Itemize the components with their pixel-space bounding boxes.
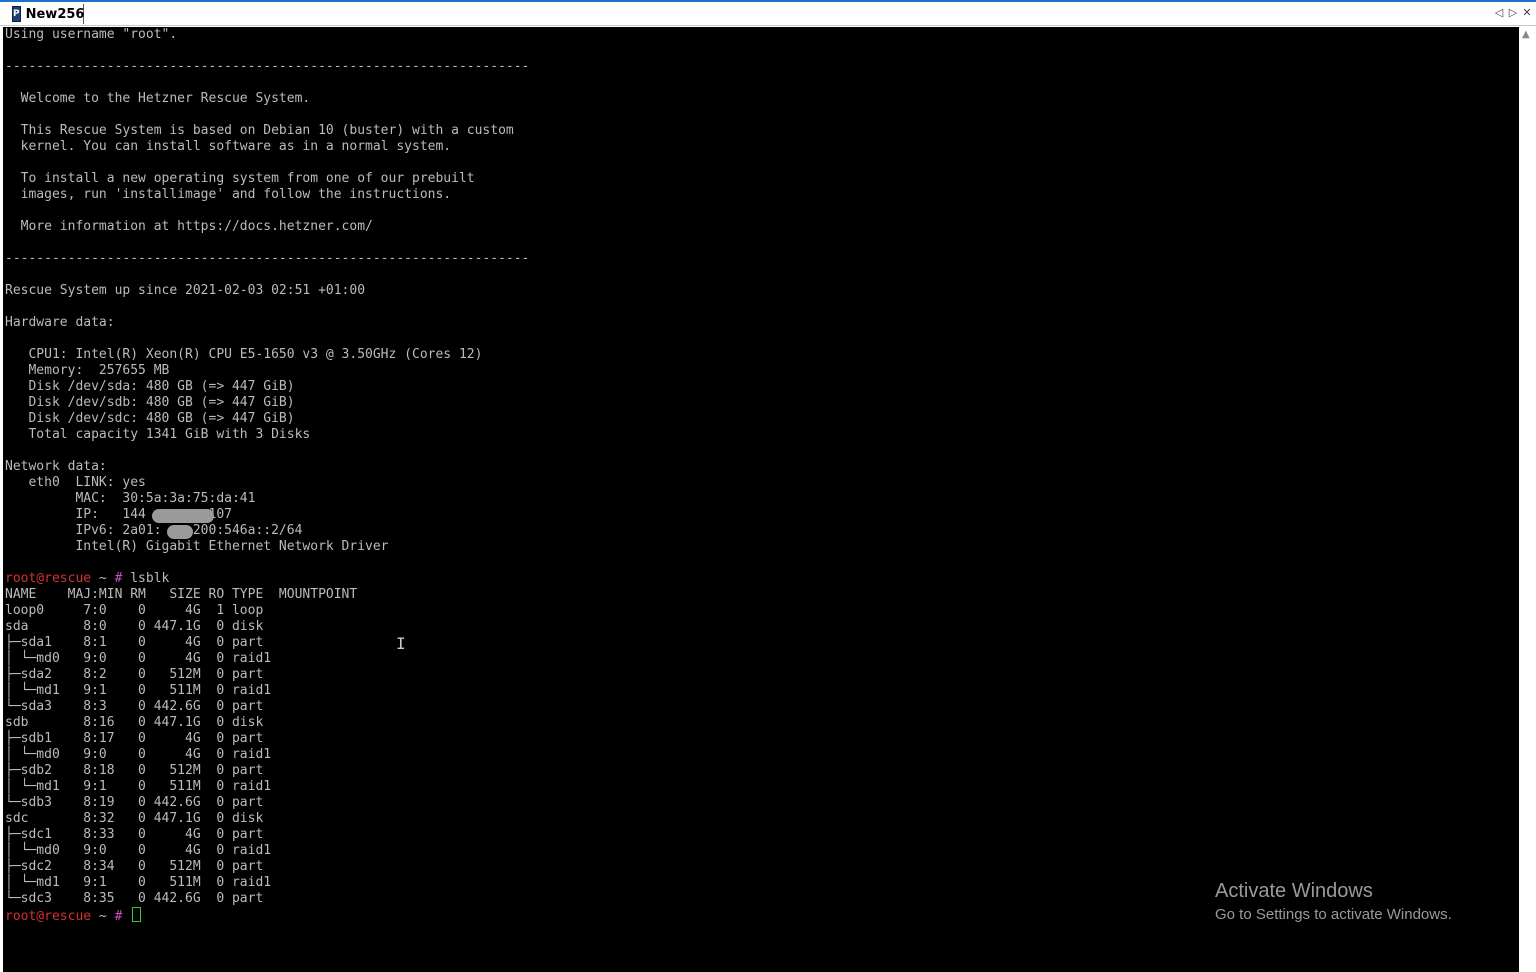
watermark-title: Activate Windows [1215, 880, 1373, 902]
tab-bar: P New256 ◁ ▷ ✕ [0, 2, 1536, 26]
scroll-up-icon[interactable]: ▲ [1522, 29, 1530, 40]
lsblk-row: │ └─md1 9:1 0 511M 0 raid1 [5, 875, 272, 890]
lsblk-row: ├─sdb1 8:17 0 4G 0 part [5, 731, 264, 746]
text-cursor [132, 907, 142, 922]
vertical-scrollbar[interactable]: ▲ [1519, 27, 1536, 972]
terminal-screen[interactable]: Using username "root". ------------------… [3, 27, 1519, 972]
terminal-line: MAC: 30:5a:3a:75:da:41 [5, 491, 256, 506]
lsblk-row: │ └─md1 9:1 0 511M 0 raid1 [5, 683, 272, 698]
shell-prompt: root@rescue ~ # [5, 907, 529, 924]
lsblk-row: sdb 8:16 0 447.1G 0 disk [5, 715, 264, 730]
shell-prompt: root@rescue ~ # lsblk [5, 571, 529, 587]
terminal-line: Welcome to the Hetzner Rescue System. [5, 91, 311, 106]
lsblk-row: ├─sdb2 8:18 0 512M 0 part [5, 763, 264, 778]
watermark-subtitle: Go to Settings to activate Windows. [1215, 906, 1452, 923]
ibeam-cursor-icon: I [396, 634, 406, 653]
terminal-line: kernel. You can install software as in a… [5, 139, 452, 154]
redacted-ip [152, 509, 214, 523]
terminal-line: This Rescue System is based on Debian 10… [5, 123, 514, 138]
command-text: lsblk [122, 571, 170, 586]
prompt-path: ~ [91, 909, 115, 924]
lsblk-row: ├─sda2 8:2 0 512M 0 part [5, 667, 264, 682]
chevron-left-icon[interactable]: ◁ [1494, 6, 1504, 19]
lsblk-row: │ └─md1 9:1 0 511M 0 raid1 [5, 779, 272, 794]
terminal-line: Disk /dev/sdc: 480 GB (=> 447 GiB) [5, 411, 295, 426]
lsblk-row: │ └─md0 9:0 0 4G 0 raid1 [5, 843, 272, 858]
terminal-line: Intel(R) Gigabit Ethernet Network Driver [5, 539, 389, 554]
lsblk-row: ├─sdc2 8:34 0 512M 0 part [5, 859, 264, 874]
tab-navigation: ◁ ▷ ✕ [1494, 6, 1532, 19]
lsblk-row: sdc 8:32 0 447.1G 0 disk [5, 811, 264, 826]
terminal-line: Network data: [5, 459, 107, 474]
prompt-path: ~ [91, 571, 115, 586]
terminal-line: To install a new operating system from o… [5, 171, 475, 186]
terminal-line: Total capacity 1341 GiB with 3 Disks [5, 427, 311, 442]
terminal-line: More information at https://docs.hetzner… [5, 219, 373, 234]
terminal-line: Memory: 257655 MB [5, 363, 170, 378]
terminal-line: Disk /dev/sda: 480 GB (=> 447 GiB) [5, 379, 295, 394]
activate-windows-watermark: Activate Windows Go to Settings to activ… [1215, 879, 1452, 925]
terminal-line: Rescue System up since 2021-02-03 02:51 … [5, 283, 366, 298]
terminal-line: CPU1: Intel(R) Xeon(R) CPU E5-1650 v3 @ … [5, 347, 483, 362]
redacted-ipv6 [167, 525, 193, 539]
terminal-line: Using username "root". [5, 27, 178, 42]
lsblk-row: sda 8:0 0 447.1G 0 disk [5, 619, 264, 634]
lsblk-row: ├─sdc1 8:33 0 4G 0 part [5, 827, 264, 842]
lsblk-row: NAME MAJ:MIN RM SIZE RO TYPE MOUNTPOINT [5, 587, 358, 602]
putty-icon: P [12, 6, 21, 22]
tab-session[interactable]: P New256 [8, 4, 84, 24]
close-icon[interactable]: ✕ [1522, 6, 1532, 19]
tab-title: New256 [25, 6, 85, 22]
terminal-line: IPv6: 2a01: :200:546a::2/64 [5, 523, 303, 538]
prompt-user-host: root@rescue [5, 571, 92, 586]
lsblk-row: └─sdc3 8:35 0 442.6G 0 part [5, 891, 264, 906]
lsblk-row: loop0 7:0 0 4G 1 loop [5, 603, 264, 618]
chevron-right-icon[interactable]: ▷ [1508, 6, 1518, 19]
terminal-line: Disk /dev/sdb: 480 GB (=> 447 GiB) [5, 395, 295, 410]
terminal-line: ----------------------------------------… [5, 59, 530, 74]
terminal-line: ----------------------------------------… [5, 251, 530, 266]
lsblk-row: └─sdb3 8:19 0 442.6G 0 part [5, 795, 264, 810]
terminal-line: IP: 144 107 [5, 507, 232, 522]
lsblk-row: ├─sda1 8:1 0 4G 0 part [5, 635, 264, 650]
terminal-line: Hardware data: [5, 315, 115, 330]
lsblk-row: └─sda3 8:3 0 442.6G 0 part [5, 699, 264, 714]
prompt-user-host: root@rescue [5, 909, 92, 924]
terminal-line: eth0 LINK: yes [5, 475, 146, 490]
terminal-line: images, run 'installimage' and follow th… [5, 187, 452, 202]
lsblk-row: │ └─md0 9:0 0 4G 0 raid1 [5, 651, 272, 666]
terminal-output: Using username "root". ------------------… [5, 27, 530, 924]
lsblk-row: │ └─md0 9:0 0 4G 0 raid1 [5, 747, 272, 762]
